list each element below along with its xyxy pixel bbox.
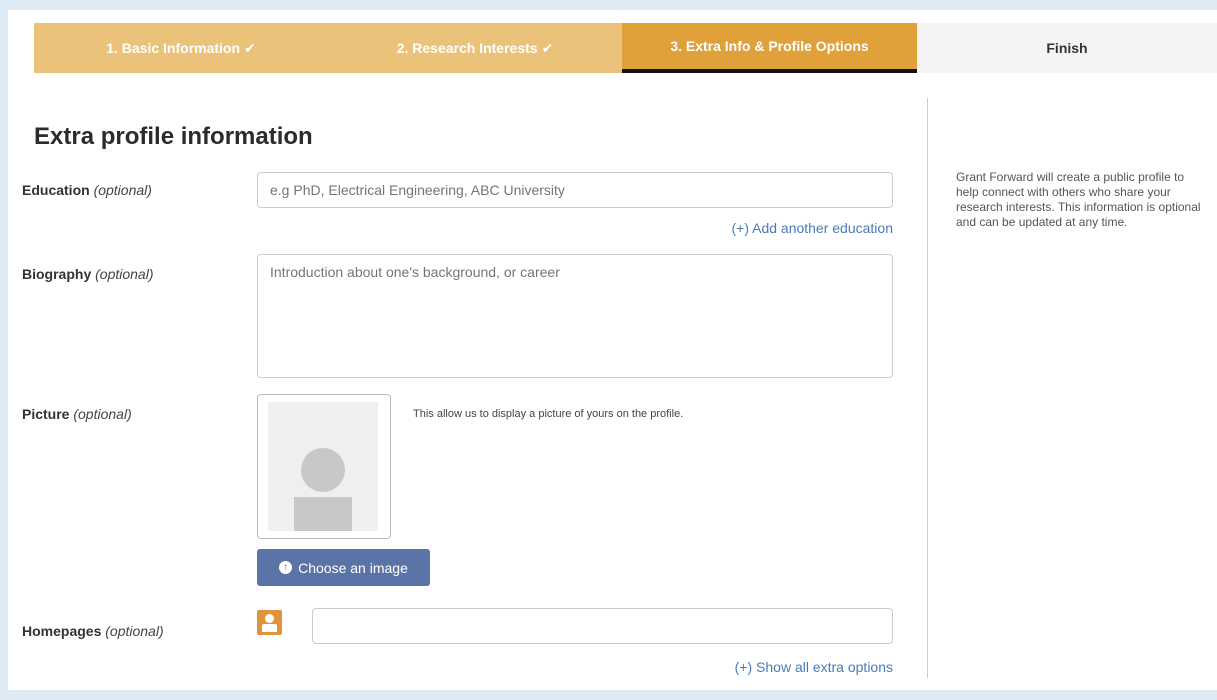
- homepage-input[interactable]: [312, 608, 893, 644]
- avatar-placeholder-icon: [268, 402, 378, 531]
- education-label: Education (optional): [22, 182, 152, 198]
- step-label: 2. Research Interests: [396, 40, 538, 56]
- homepages-label: Homepages (optional): [22, 623, 164, 639]
- biography-label: Biography (optional): [22, 266, 154, 282]
- page-title: Extra profile information: [34, 123, 313, 150]
- picture-help-text: This allow us to display a picture of yo…: [413, 408, 684, 420]
- picture-label-text: Picture: [22, 406, 70, 422]
- avatar-head-shape: [301, 448, 345, 492]
- person-head-shape: [265, 614, 274, 623]
- step-label: Finish: [1046, 40, 1088, 56]
- step-research-interests[interactable]: 2. Research Interests ✔: [328, 23, 622, 73]
- choose-image-label: Choose an image: [298, 559, 408, 576]
- add-education-link[interactable]: (+) Add another education: [731, 220, 893, 236]
- picture-label: Picture (optional): [22, 406, 132, 422]
- education-label-text: Education: [22, 182, 90, 198]
- optional-note: (optional): [95, 266, 154, 282]
- step-label: 3. Extra Info & Profile Options: [670, 38, 869, 54]
- education-input[interactable]: [257, 172, 893, 208]
- step-finish[interactable]: Finish: [917, 23, 1217, 73]
- sidebar-divider: [927, 98, 928, 678]
- sidebar-info-text: Grant Forward will create a public profi…: [956, 170, 1201, 229]
- optional-note: (optional): [105, 623, 164, 639]
- check-icon: ✔: [541, 39, 554, 56]
- person-icon: [257, 610, 282, 635]
- choose-image-button[interactable]: ↑ Choose an image: [257, 549, 430, 586]
- biography-label-text: Biography: [22, 266, 92, 282]
- person-body-shape: [262, 624, 277, 632]
- page: 1. Basic Information ✔ 2. Research Inter…: [8, 10, 1217, 690]
- homepages-label-text: Homepages: [22, 623, 102, 639]
- step-extra-info[interactable]: 3. Extra Info & Profile Options: [622, 23, 917, 73]
- step-basic-information[interactable]: 1. Basic Information ✔: [34, 23, 328, 73]
- optional-note: (optional): [93, 182, 152, 198]
- optional-note: (optional): [73, 406, 132, 422]
- avatar-preview: [257, 394, 391, 539]
- avatar-body-shape: [294, 497, 352, 531]
- upload-icon: ↑: [279, 561, 293, 574]
- show-extra-options-link[interactable]: (+) Show all extra options: [735, 659, 893, 675]
- step-label: 1. Basic Information: [106, 40, 241, 56]
- check-icon: ✔: [244, 39, 256, 56]
- wizard-steps: 1. Basic Information ✔ 2. Research Inter…: [34, 23, 1217, 73]
- biography-textarea[interactable]: [257, 254, 893, 378]
